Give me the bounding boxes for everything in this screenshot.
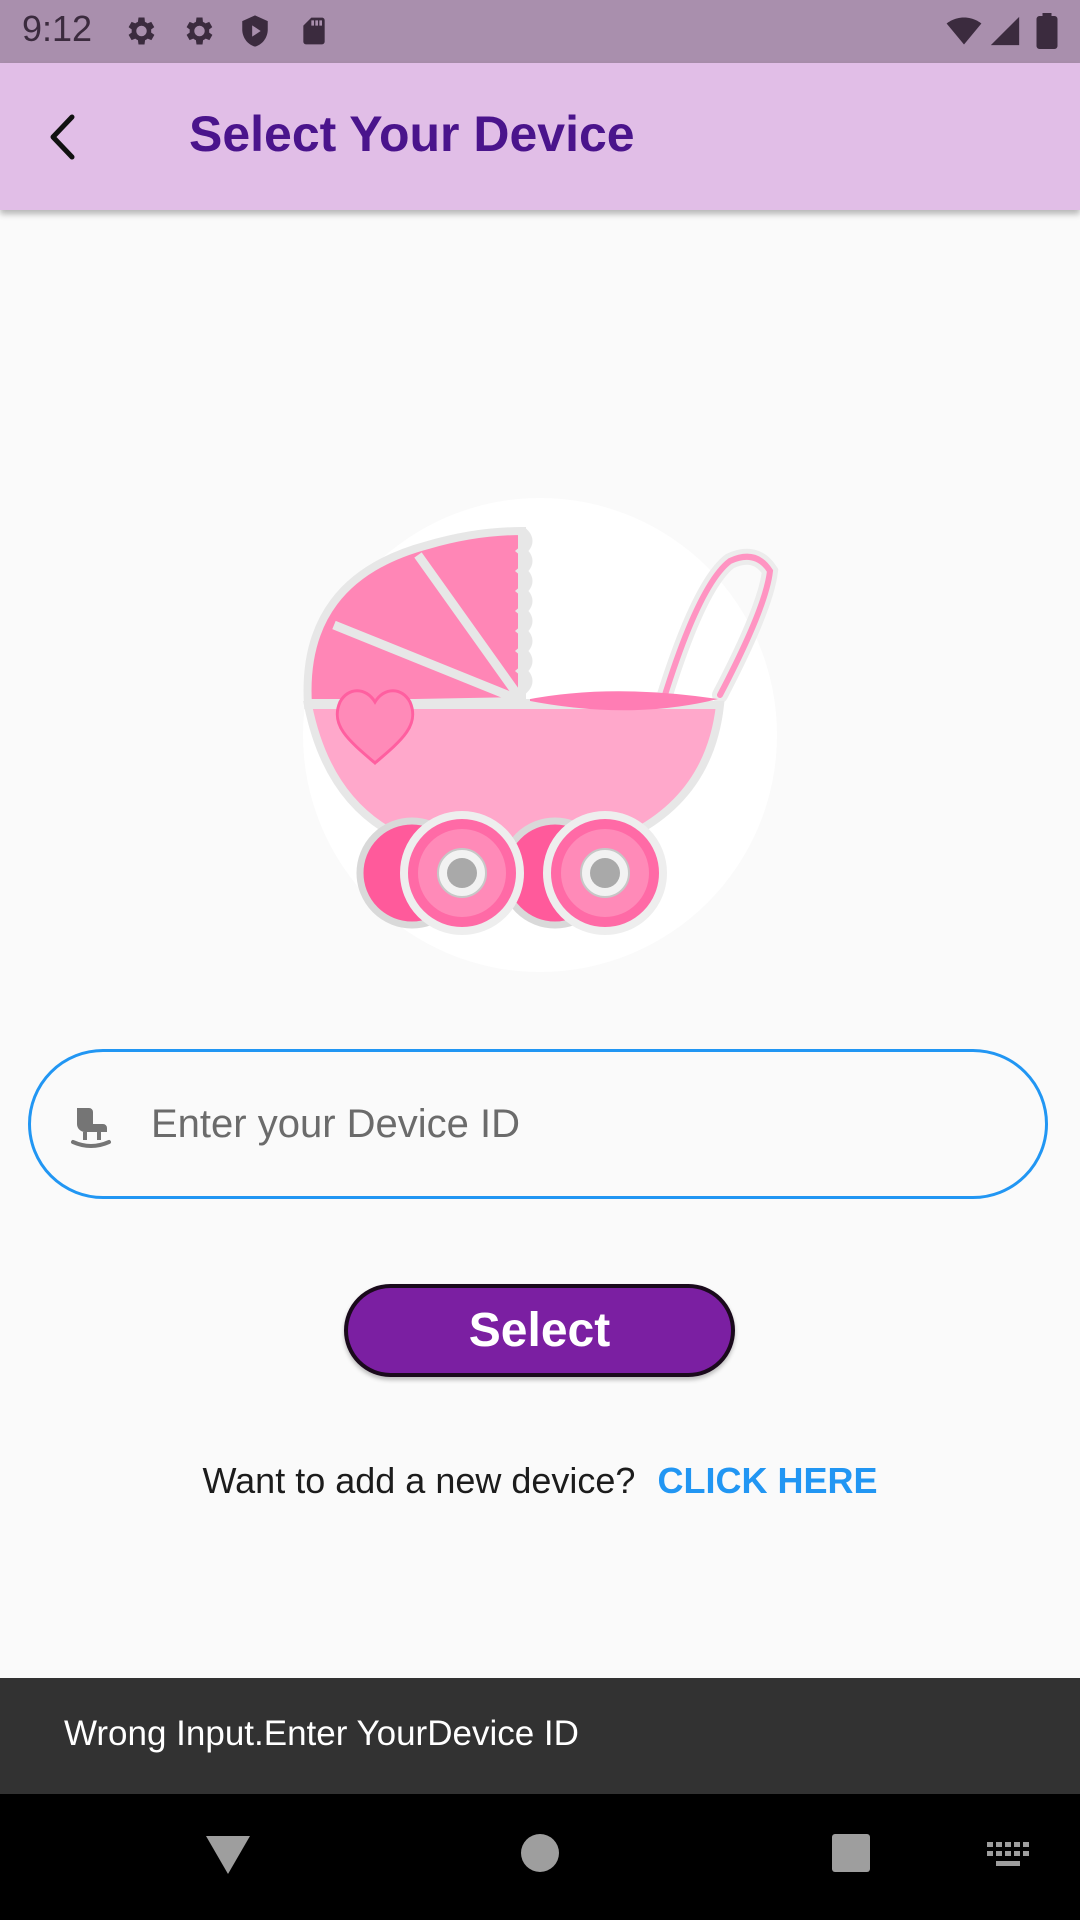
wifi-icon [946, 17, 982, 45]
click-here-link[interactable]: CLICK HERE [657, 1460, 877, 1501]
recents-square-icon[interactable] [831, 1832, 871, 1874]
status-bar: 9:12 [0, 0, 1080, 63]
home-circle-icon[interactable] [519, 1832, 561, 1874]
app-bar: Select Your Device [0, 63, 1080, 210]
status-time: 9:12 [22, 8, 93, 49]
sd-card-icon [303, 17, 325, 45]
gear-icon [186, 17, 213, 45]
chevron-left-icon [50, 114, 75, 160]
snackbar-message: Wrong Input.Enter YourDevice ID [64, 1714, 579, 1753]
signal-icon [990, 16, 1020, 46]
rocking-chair-icon [71, 1108, 111, 1148]
snackbar: Wrong Input.Enter YourDevice ID [0, 1678, 1080, 1794]
page-title: Select Your Device [189, 106, 635, 162]
gear-icon [128, 17, 155, 45]
select-button[interactable]: Select [344, 1284, 735, 1377]
add-device-row: Want to add a new device? CLICK HERE [0, 1460, 1080, 1502]
navigation-bar [0, 1794, 1080, 1920]
back-triangle-icon[interactable] [204, 1832, 252, 1876]
device-id-field[interactable] [28, 1049, 1048, 1199]
keyboard-icon[interactable] [987, 1842, 1031, 1870]
baby-stroller-icon [303, 498, 779, 972]
back-button[interactable] [32, 101, 104, 173]
shield-play-icon [242, 15, 268, 47]
add-device-prompt: Want to add a new device? [202, 1460, 636, 1501]
stroller-illustration [300, 495, 780, 979]
device-id-input[interactable] [151, 1082, 1011, 1166]
battery-icon [1036, 13, 1058, 49]
